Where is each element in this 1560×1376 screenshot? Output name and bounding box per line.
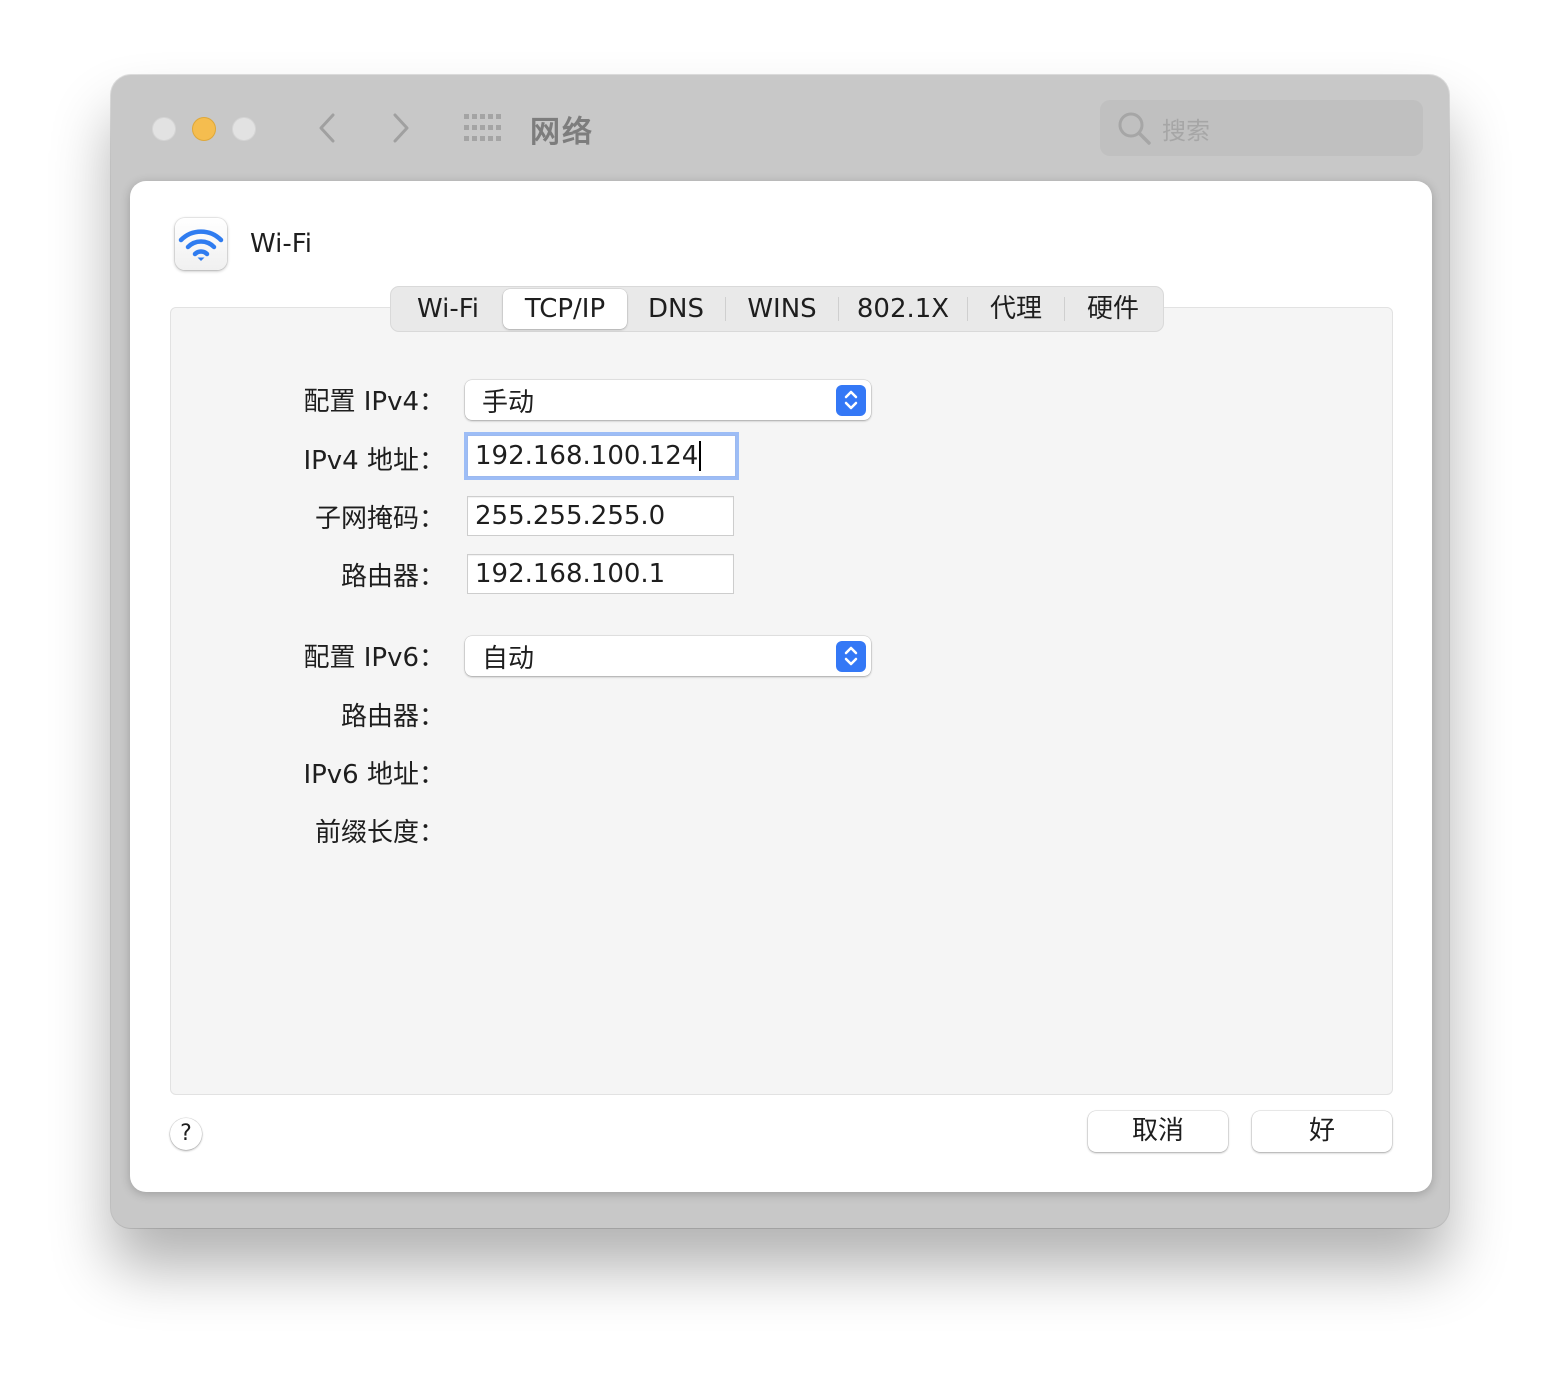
cancel-button[interactable]: 取消 [1088,1111,1228,1152]
help-button[interactable]: ? [170,1118,202,1150]
ipv6-address-label: IPv6 地址： [303,760,445,790]
wifi-icon [178,229,224,261]
configure-ipv4-label: 配置 IPv4： [303,387,445,417]
tab-wins[interactable]: WINS [726,289,838,329]
ipv4-router-value: 192.168.100.1 [475,559,666,589]
configure-ipv4-popup[interactable]: 手动 [465,380,871,420]
zoom-button[interactable] [232,117,256,141]
ipv4-address-label: IPv4 地址： [303,446,445,476]
tab-bar: Wi-Fi TCP/IP DNS WINS 802.1X 代理 硬件 [390,286,1164,332]
subnet-mask-field[interactable]: 255.255.255.0 [467,496,734,536]
interface-name: Wi-Fi [250,229,313,259]
configure-ipv6-popup[interactable]: 自动 [465,636,871,676]
window-title: 网络 [530,115,594,150]
tab-tcpip[interactable]: TCP/IP [503,289,627,329]
configure-ipv6-label: 配置 IPv6： [303,643,445,673]
configure-ipv4-value: 手动 [482,387,535,418]
minimize-button[interactable] [192,117,216,141]
ipv4-address-value: 192.168.100.124 [475,441,699,471]
ipv6-router-label: 路由器： [340,702,445,732]
search-field[interactable]: 搜索 [1100,100,1423,156]
ipv4-address-field[interactable]: 192.168.100.124 [467,435,736,477]
tab-8021x[interactable]: 802.1X [839,289,967,329]
configure-ipv6-value: 自动 [482,643,535,674]
popup-stepper-icon [836,384,866,416]
subnet-mask-label: 子网掩码： [314,504,445,534]
forward-button[interactable] [381,108,421,148]
chevron-right-icon [393,113,409,143]
ok-button[interactable]: 好 [1252,1111,1392,1152]
tab-wifi[interactable]: Wi-Fi [393,289,503,329]
tab-content-panel: 配置 IPv4： 手动 IPv4 地址： 192.168.100.124 子网掩… [170,307,1393,1095]
tab-hardware[interactable]: 硬件 [1065,289,1161,329]
search-placeholder: 搜索 [1162,116,1210,145]
ipv4-router-field[interactable]: 192.168.100.1 [467,554,734,594]
prefix-length-label: 前缀长度： [314,818,445,848]
back-button[interactable] [307,108,347,148]
text-cursor [699,441,702,471]
popup-stepper-icon [836,640,866,672]
subnet-mask-value: 255.255.255.0 [475,501,666,531]
titlebar: 网络 搜索 [111,75,1449,180]
grid-icon[interactable] [463,113,503,143]
ipv4-router-label: 路由器： [340,562,445,592]
search-icon [1118,112,1151,145]
tcpip-sheet: Wi-Fi 配置 IPv4： 手动 IPv4 地址： 192.168.100.1… [130,181,1432,1192]
network-preferences-window: 网络 搜索 Wi-Fi 配置 IPv4： 手动 IPv4 地址： 192.168… [111,75,1449,1228]
wifi-icon-tile [175,218,227,270]
tab-dns[interactable]: DNS [627,289,725,329]
chevron-left-icon [319,113,335,143]
close-button[interactable] [152,117,176,141]
tab-proxies[interactable]: 代理 [968,289,1064,329]
